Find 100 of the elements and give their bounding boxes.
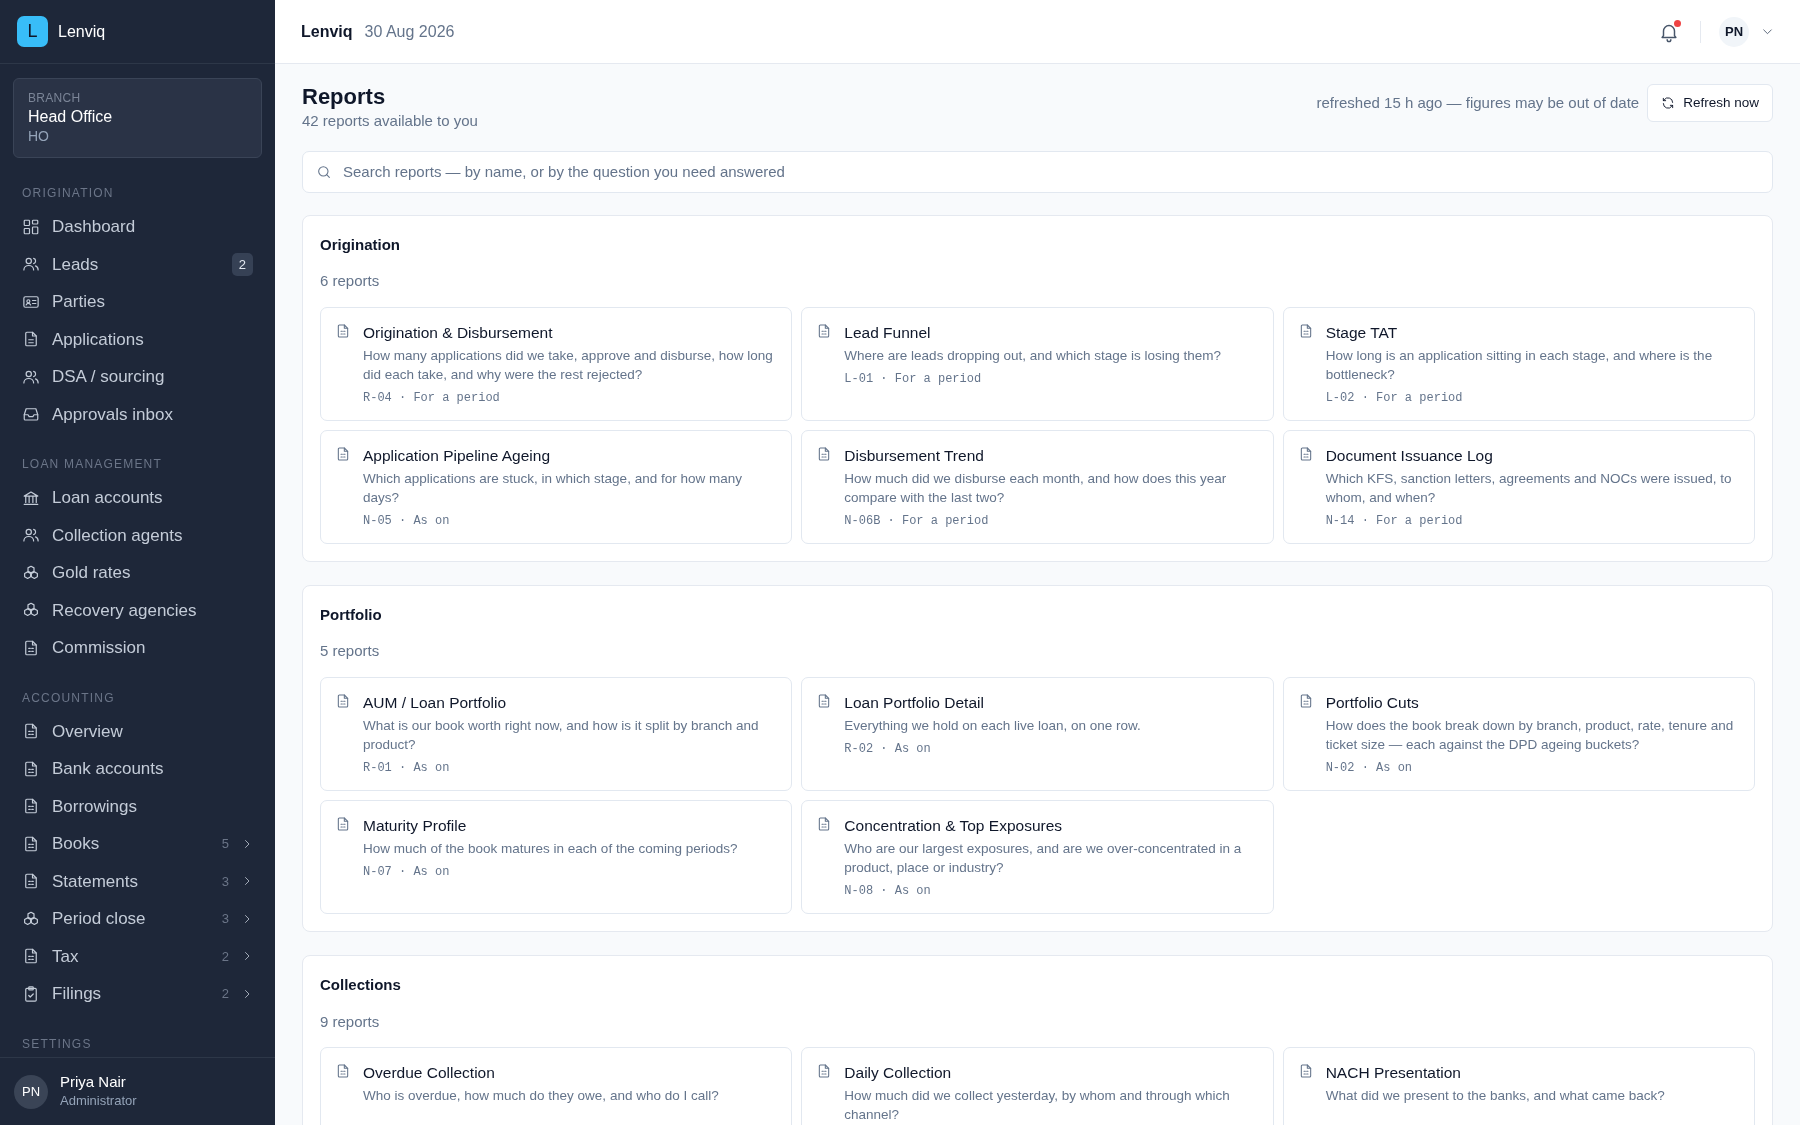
nav-section-title: ORIGINATION — [22, 185, 115, 203]
report-question: Who is overdue, how much do they owe, and who do I call? — [363, 1087, 719, 1106]
report-card[interactable]: AUM / Loan Portfolio What is our book worth right now, and how is it split by branch and product? R-01 · As on — [320, 676, 793, 791]
report-title: Concentration & Top Exposures — [844, 816, 1064, 836]
sidebar-item[interactable]: Commission — [13, 629, 262, 667]
report-card[interactable]: Maturity Profile How much of the book matures in each of the coming periods? N-07 · As on — [320, 800, 793, 914]
sidebar-item[interactable]: Applications — [13, 320, 262, 359]
report-title: Portfolio Cuts — [1325, 692, 1420, 713]
group-title: Collections — [320, 975, 402, 995]
refresh-icon — [1661, 96, 1676, 111]
sidebar-item[interactable]: Collection agents — [13, 516, 262, 555]
sidebar-item[interactable]: Leads 2 — [13, 245, 262, 284]
cubes-icon — [22, 563, 40, 582]
sidebar-item[interactable]: Books 5 — [13, 825, 262, 863]
report-question: Which KFS, sanction letters, agreements and NOCs were issued, to whom, and when? — [1325, 470, 1733, 508]
report-meta: L-02 · For a period — [1325, 389, 1464, 407]
report-card[interactable]: Lead Funnel Where are leads dropping out, and which stage is losing them? L-01 · For a period — [801, 306, 1274, 421]
report-meta: R-02 · As on — [844, 741, 932, 759]
sidebar-item[interactable]: DSA / sourcing — [13, 358, 262, 396]
sidebar-item[interactable]: Gold rates — [13, 554, 262, 592]
report-title: AUM / Loan Portfolio — [363, 692, 507, 713]
report-title: Disbursement Trend — [844, 445, 985, 466]
report-question: Everything we hold on each live loan, on one row. — [844, 717, 1141, 736]
document-icon — [22, 872, 40, 891]
report-meta: R-04 · For a period — [363, 389, 501, 407]
sidebar-item[interactable]: Borrowings — [13, 787, 262, 826]
report-card[interactable]: Loan Portfolio Detail Everything we hold on each live loan, on one row. R-02 · As on — [801, 676, 1274, 791]
sidebar-item[interactable]: Statements 3 — [13, 862, 262, 901]
sidebar-item[interactable]: Filings 2 — [13, 975, 262, 1013]
report-question: How does the book break down by branch, product, rate, tenure and ticket size — each against the DPD ageing buckets? — [1325, 717, 1735, 755]
sidebar-item[interactable]: Dashboard — [13, 208, 262, 246]
sidebar-item[interactable]: Bank accounts — [13, 750, 262, 788]
user-avatar: PN — [14, 1074, 48, 1109]
item-count: 2 — [221, 947, 229, 966]
report-question: How much did we disburse each month, and how does this year compare with the last two? — [844, 470, 1228, 508]
report-title: Daily Collection — [844, 1063, 953, 1083]
report-title: Stage TAT — [1325, 322, 1399, 343]
report-question: Who are our largest exposures, and are we over-concentrated in a product, place or industry? — [844, 840, 1243, 878]
dashboard-icon — [22, 217, 40, 236]
sidebar-item[interactable]: Recovery agencies — [13, 591, 262, 630]
report-card[interactable]: Origination & Disbursement How many applications did we take, approve and disburse, how long did each take, and why were the rest rejected? R-04 · For a period — [320, 306, 793, 421]
app-name: Lenviq — [58, 21, 106, 42]
sidebar-item[interactable]: Period close 3 — [13, 900, 262, 938]
sidebar-item[interactable]: Tax 2 — [13, 937, 262, 976]
sidebar-item[interactable]: Parties — [13, 283, 262, 321]
refresh-button[interactable]: Refresh now — [1647, 84, 1773, 123]
report-meta: N-07 · As on — [363, 864, 451, 882]
report-card[interactable]: Overdue Collection Who is overdue, how much do they owe, and who do I call? — [320, 1047, 793, 1125]
sidebar-item[interactable]: Loan accounts — [13, 479, 262, 517]
report-title: Maturity Profile — [363, 816, 468, 836]
report-card[interactable]: Daily Collection How much did we collect yesterday, by whom and through which channel? — [801, 1047, 1274, 1125]
group-title: Origination — [320, 234, 401, 255]
nav-section-title: LOAN MANAGEMENT — [22, 456, 163, 474]
report-title: Origination & Disbursement — [363, 322, 554, 343]
document-icon — [22, 797, 40, 816]
item-count: 2 — [221, 985, 229, 1004]
document-icon — [22, 834, 40, 853]
report-count: 5 reports — [320, 641, 381, 662]
item-count: 3 — [221, 910, 229, 929]
document-icon — [335, 1063, 351, 1079]
report-card[interactable]: Document Issuance Log Which KFS, sanction letters, agreements and NOCs were issued, to whom, and when? N-14 · For a period — [1282, 429, 1755, 544]
report-card[interactable]: Stage TAT How long is an application sitting in each stage, and where is the bottleneck? L-02 · For a period — [1282, 306, 1755, 421]
report-title: Application Pipeline Ageing — [363, 445, 551, 466]
report-title: Lead Funnel — [844, 322, 932, 343]
brand-name: Lenviq — [301, 21, 353, 42]
report-meta: N-02 · As on — [1325, 760, 1414, 777]
document-icon — [335, 445, 351, 462]
report-card[interactable]: Disbursement Trend How much did we disburse each month, and how does this year compare with the last two? N-06B · For a period — [801, 429, 1274, 544]
user-avatar[interactable]: PN — [1719, 16, 1749, 47]
current-date: 30 Aug 2026 — [364, 21, 455, 42]
sidebar-item[interactable]: Overview — [13, 712, 262, 751]
search-field[interactable]: Search reports — by name, or by the question you need answered — [302, 150, 1773, 193]
item-count: 3 — [221, 872, 229, 891]
report-card[interactable]: Portfolio Cuts How does the book break down by branch, product, rate, tenure and ticket size — each against the DPD ageing buckets? N-02 · As on — [1282, 676, 1755, 791]
count-badge: 2 — [231, 252, 253, 277]
report-title: Overdue Collection — [363, 1063, 496, 1083]
report-card[interactable]: Application Pipeline Ageing Which applications are stuck, in which stage, and for how many days? N-05 · As on — [320, 429, 793, 544]
logo-icon: L — [17, 16, 48, 47]
sidebar-item[interactable]: Approvals inbox — [13, 395, 262, 434]
people-icon — [22, 526, 40, 545]
user-role: Administrator — [60, 1091, 137, 1110]
report-meta: N-08 · As on — [844, 883, 932, 900]
report-question: Which applications are stuck, in which stage, and for how many days? — [363, 470, 743, 508]
clipboard-icon — [22, 984, 40, 1003]
report-question: What did we present to the banks, and what came back? — [1325, 1087, 1665, 1106]
page-subtitle: 42 reports available to you — [302, 111, 478, 132]
report-meta: N-05 · As on — [363, 512, 451, 530]
report-card[interactable]: Concentration & Top Exposures Who are our largest exposures, and are we over-concentrated in a product, place or industry? N-08 · As on — [801, 800, 1274, 914]
document-icon — [22, 759, 40, 778]
people-icon — [22, 255, 40, 274]
report-meta: N-06B · For a period — [844, 512, 990, 530]
branch-selector[interactable]: BRANCH Head Office HO — [13, 78, 262, 159]
page-title: Reports — [302, 84, 387, 111]
nav-section-title: SETTINGS — [22, 1035, 93, 1053]
search-icon — [316, 163, 332, 180]
group-title: Portfolio — [320, 604, 383, 625]
inbox-icon — [22, 405, 40, 424]
report-card[interactable]: NACH Presentation What did we present to the banks, and what came back? — [1282, 1047, 1755, 1125]
item-count: 5 — [221, 835, 229, 854]
report-meta: N-14 · For a period — [1325, 512, 1464, 530]
